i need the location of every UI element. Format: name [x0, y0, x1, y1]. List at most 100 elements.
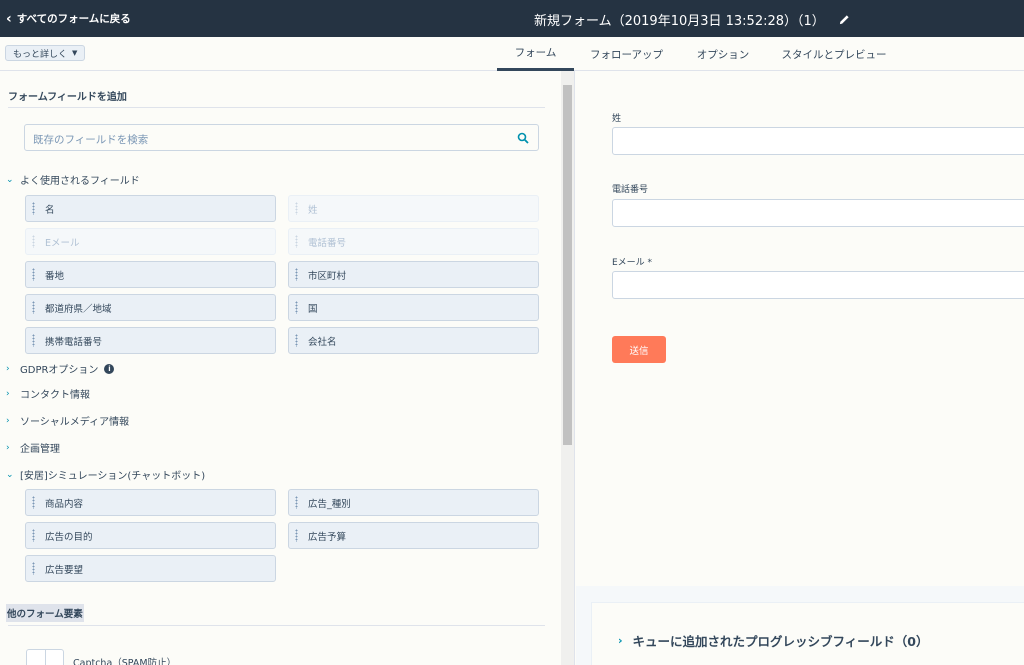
section-contact-info[interactable]: › コンタクト情報: [6, 386, 90, 402]
search-placeholder: 既存のフィールドを検索: [33, 134, 149, 146]
field-address[interactable]: 番地: [25, 261, 276, 288]
drag-handle-icon: [295, 529, 298, 542]
top-bar: ‹ すべてのフォームに戻る 新規フォーム（2019年10月3日 13:52:28…: [0, 0, 1024, 37]
pencil-icon[interactable]: [839, 14, 850, 25]
field-ad-request[interactable]: 広告要望: [25, 555, 276, 582]
field-label: 国: [308, 303, 318, 315]
tab-label: フォーム: [514, 47, 557, 59]
field-state[interactable]: 都道府県／地域: [25, 294, 276, 321]
field-phone: 電話番号: [288, 228, 539, 255]
section-social-media[interactable]: › ソーシャルメディア情報: [6, 413, 130, 429]
field-label: 広告要望: [45, 564, 84, 576]
drag-handle-icon: [32, 334, 35, 347]
captcha-element[interactable]: [26, 649, 64, 665]
progressive-fields-queue: › キューに追加されたプログレッシブフィールド（0）: [591, 602, 1024, 665]
field-label: Eメール: [45, 237, 80, 249]
field-ad-purpose[interactable]: 広告の目的: [25, 522, 276, 549]
section-planning[interactable]: › 企画管理: [6, 440, 60, 456]
field-label: 市区町村: [308, 270, 347, 282]
field-label: 商品内容: [45, 498, 84, 510]
tab-bar: もっと詳しく ▼ フォーム フォローアップ オプション スタイルとプレビュー: [0, 37, 1024, 71]
drag-handle-icon: [32, 562, 35, 575]
section-label: [安居]シミュレーション(チャットボット): [20, 471, 206, 482]
field-product[interactable]: 商品内容: [25, 489, 276, 516]
drag-handle-icon: [32, 301, 35, 314]
chevron-down-icon: ⌄: [6, 469, 14, 480]
tab-style-preview[interactable]: スタイルとプレビュー: [778, 37, 890, 71]
section-simulation[interactable]: ⌄ [安居]シミュレーション(チャットボット): [6, 467, 206, 483]
divider: [8, 107, 545, 108]
field-country[interactable]: 国: [288, 294, 539, 321]
form-preview: 姓 電話番号 Eメール * 送信: [576, 71, 1024, 586]
other-elements-title: 他のフォーム要素: [6, 604, 84, 622]
drag-handle-icon: [295, 496, 298, 509]
preview-input-email[interactable]: [612, 271, 1024, 299]
info-icon[interactable]: i: [104, 363, 115, 374]
preview-input-phone[interactable]: [612, 199, 1024, 227]
chevron-right-icon: ›: [6, 442, 10, 453]
section-label: よく使用されるフィールド: [20, 176, 140, 187]
field-label: 姓: [308, 204, 318, 216]
field-search-input[interactable]: 既存のフィールドを検索: [24, 124, 539, 151]
field-label: 広告_種別: [308, 498, 351, 510]
captcha-divider: [45, 650, 46, 665]
field-mobile[interactable]: 携帯電話番号: [25, 327, 276, 354]
section-common-fields[interactable]: ⌄ よく使用されるフィールド: [6, 172, 140, 188]
preview-input-last-name[interactable]: [612, 127, 1024, 155]
chevron-right-icon: ›: [6, 415, 10, 426]
section-gdpr[interactable]: › GDPRオプション i: [6, 361, 115, 376]
back-link-label: すべてのフォームに戻る: [16, 13, 131, 25]
tab-label: スタイルとプレビュー: [781, 48, 887, 61]
section-label: GDPRオプション: [20, 365, 99, 376]
preview-label-phone: 電話番号: [612, 185, 649, 195]
submit-button[interactable]: 送信: [612, 336, 666, 363]
drag-handle-icon: [295, 268, 298, 281]
more-details-button[interactable]: もっと詳しく ▼: [5, 45, 86, 61]
drag-handle-icon: [32, 202, 35, 215]
field-label: 番地: [45, 270, 65, 282]
field-label: 電話番号: [308, 237, 347, 249]
chevron-down-icon: ⌄: [6, 174, 14, 185]
field-city[interactable]: 市区町村: [288, 261, 539, 288]
field-ad-budget[interactable]: 広告予算: [288, 522, 539, 549]
field-label: 広告予算: [308, 531, 347, 543]
form-title-text: 新規フォーム（2019年10月3日 13:52:28）（1）: [534, 14, 825, 29]
progressive-fields-toggle[interactable]: › キューに追加されたプログレッシブフィールド（0）: [618, 631, 929, 650]
preview-label-email: Eメール *: [612, 258, 653, 268]
queue-label: キューに追加されたプログレッシブフィールド（0）: [632, 634, 929, 649]
scrollbar-thumb[interactable]: [563, 85, 572, 445]
more-details-label: もっと詳しく: [13, 49, 68, 60]
chevron-right-icon: ›: [618, 634, 623, 647]
divider: [8, 625, 545, 626]
tab-options[interactable]: オプション: [690, 37, 756, 71]
panel-title: フォームフィールドを追加: [8, 92, 127, 103]
field-first-name[interactable]: 名: [25, 195, 276, 222]
drag-handle-icon: [295, 334, 298, 347]
drag-handle-icon: [32, 496, 35, 509]
section-label: ソーシャルメディア情報: [20, 417, 130, 428]
section-label: コンタクト情報: [20, 390, 90, 401]
back-to-forms-link[interactable]: ‹ すべてのフォームに戻る: [6, 11, 131, 26]
field-label: 名: [45, 204, 55, 216]
tab-form[interactable]: フォーム: [497, 37, 574, 71]
add-fields-panel: フォームフィールドを追加 既存のフィールドを検索 ⌄ よく使用されるフィールド …: [0, 71, 575, 665]
field-label: 広告の目的: [45, 531, 93, 543]
field-label: 会社名: [308, 336, 337, 348]
chevron-left-icon: ‹: [6, 10, 12, 27]
drag-handle-icon: [32, 529, 35, 542]
caret-down-icon: ▼: [72, 49, 78, 57]
drag-handle-icon: [295, 301, 298, 314]
tab-followup[interactable]: フォローアップ: [585, 37, 668, 71]
field-last-name: 姓: [288, 195, 539, 222]
drag-handle-icon: [32, 235, 35, 248]
search-icon[interactable]: [517, 132, 529, 144]
field-ad-type[interactable]: 広告_種別: [288, 489, 539, 516]
field-company[interactable]: 会社名: [288, 327, 539, 354]
captcha-label: Captcha（SPAM防止）: [73, 658, 177, 665]
drag-handle-icon: [295, 235, 298, 248]
form-preview-area: 姓 電話番号 Eメール * 送信: [576, 71, 1024, 665]
chevron-right-icon: ›: [6, 388, 10, 399]
tab-label: オプション: [696, 48, 750, 61]
tab-label: フォローアップ: [589, 48, 664, 61]
form-title: 新規フォーム（2019年10月3日 13:52:28）（1）: [534, 10, 850, 29]
